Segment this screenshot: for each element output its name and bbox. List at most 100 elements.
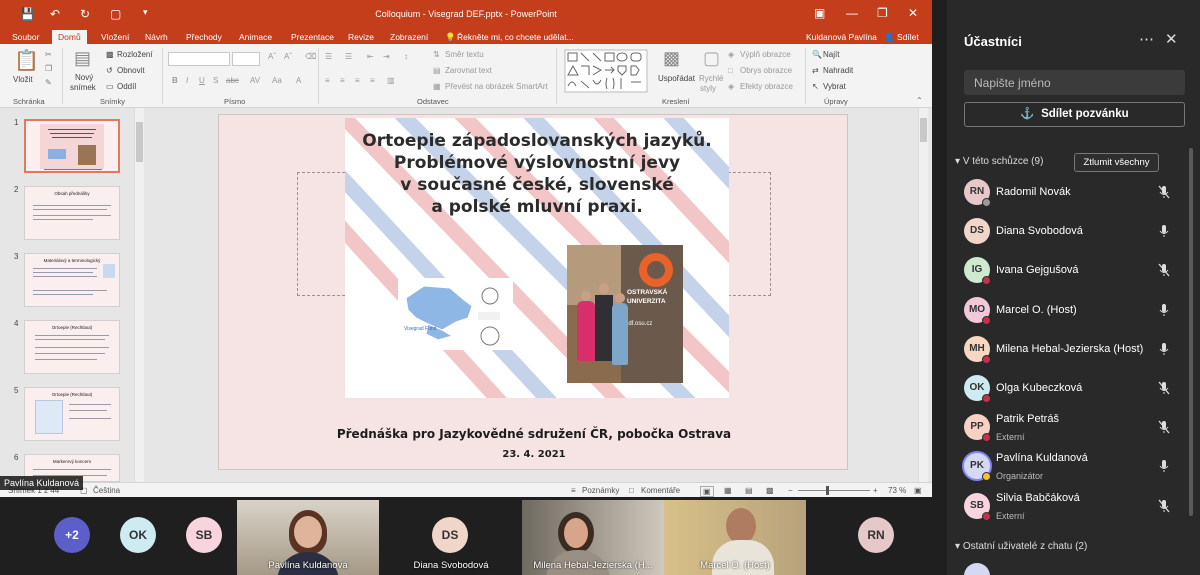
participant-row[interactable]: IG Ivana Gejgušová: [947, 252, 1187, 290]
share-invite-button[interactable]: ⚓ Sdílet pozvánku: [964, 102, 1185, 127]
align-center-icon[interactable]: ≡: [340, 76, 345, 85]
underline-icon[interactable]: U: [199, 76, 205, 85]
participant-row[interactable]: OK Olga Kubeczková: [947, 370, 1187, 408]
mic-icon[interactable]: [1158, 459, 1170, 473]
notes-button[interactable]: Poznámky: [582, 486, 619, 495]
normal-view-icon[interactable]: ▣: [700, 486, 714, 497]
comments-button[interactable]: Komentáře: [641, 486, 680, 495]
fit-to-window-icon[interactable]: ▣: [914, 486, 922, 495]
tab-design[interactable]: Návrh: [145, 32, 168, 42]
mic-muted-icon[interactable]: [1158, 381, 1170, 395]
avatar-tile[interactable]: DS: [432, 517, 468, 553]
more-options-icon[interactable]: ⋯: [1139, 30, 1154, 48]
mic-muted-icon[interactable]: [1158, 263, 1170, 277]
slide-sorter-icon[interactable]: ▦: [724, 486, 732, 495]
slide-thumbnail-1[interactable]: [24, 119, 120, 173]
restore-icon[interactable]: ❐: [877, 6, 888, 20]
bullets-icon[interactable]: ☰: [325, 52, 332, 61]
section-button[interactable]: Oddíl: [117, 82, 136, 91]
numbering-icon[interactable]: ☰: [345, 52, 352, 61]
tell-me-box[interactable]: Řekněte mi, co chcete udělat...: [457, 32, 574, 42]
quick-styles-label-2[interactable]: styly: [700, 84, 716, 93]
slide-thumbnail-4[interactable]: Ortoepie (Rechtlaut): [24, 320, 120, 374]
slideshow-view-icon[interactable]: ▩: [766, 486, 774, 495]
case-icon[interactable]: Aa: [272, 76, 282, 85]
slide-thumbnail-3[interactable]: Materiálový a terminologický: [24, 253, 120, 307]
paste-label[interactable]: Vložit: [13, 75, 33, 84]
shape-fill-button[interactable]: Výplň obrazce: [740, 50, 791, 59]
others-section[interactable]: ▾ Ostatní uživatelé z chatu (2): [955, 541, 1087, 552]
grow-font-icon[interactable]: Aˆ: [268, 52, 276, 61]
find-button[interactable]: Najít: [823, 50, 839, 59]
tab-home[interactable]: Domů: [52, 30, 87, 44]
participant-row[interactable]: DS Diana Svobodová: [947, 213, 1187, 251]
language-label[interactable]: Čeština: [93, 486, 120, 495]
indent-icon[interactable]: ⇤: [367, 52, 374, 61]
text-direction-button[interactable]: Směr textu: [445, 50, 484, 59]
avatar-tile[interactable]: RN: [858, 517, 894, 553]
tab-transitions[interactable]: Přechody: [186, 32, 222, 42]
shape-effects-button[interactable]: Efekty obrazce: [740, 82, 793, 91]
ribbon-display-icon[interactable]: ▣: [814, 6, 825, 20]
participant-row[interactable]: SB Silvia Babčáková Externí: [947, 488, 1187, 526]
tab-insert[interactable]: Vložení: [101, 32, 129, 42]
cut-icon[interactable]: ✂: [45, 50, 52, 59]
video-tile-marcel[interactable]: Marcel O. (Host): [664, 500, 806, 575]
account-name[interactable]: Kuldanová Pavlína: [806, 32, 877, 42]
in-meeting-section[interactable]: ▾ V této schůzce (9): [955, 156, 1043, 167]
zoom-out-icon[interactable]: −: [788, 486, 793, 495]
copy-icon[interactable]: ❐: [45, 64, 52, 73]
editor-scrollbar[interactable]: [918, 108, 928, 482]
select-button[interactable]: Vybrat: [823, 82, 846, 91]
line-spacing-icon[interactable]: ↕: [404, 52, 408, 61]
mic-icon[interactable]: [1158, 224, 1170, 238]
avatar-tile[interactable]: OK: [120, 517, 156, 553]
slide-thumbnail-2[interactable]: Obsah přednášky: [24, 186, 120, 240]
mic-icon[interactable]: [1158, 342, 1170, 356]
quick-styles-icon[interactable]: ▢: [703, 48, 720, 69]
mic-muted-icon[interactable]: [1158, 499, 1170, 513]
tab-review[interactable]: Revize: [348, 32, 374, 42]
video-tile-pavlina[interactable]: Pavlína Kuldanová: [237, 500, 379, 575]
close-panel-icon[interactable]: ✕: [1165, 30, 1178, 48]
zoom-level[interactable]: 73 %: [888, 486, 906, 495]
tab-file[interactable]: Soubor: [12, 32, 39, 42]
video-tile-milena[interactable]: Milena Hebal-Jezierska (H...: [522, 500, 664, 575]
participant-row[interactable]: RN Radomil Novák: [947, 174, 1187, 212]
arrange-icon[interactable]: ▩: [663, 48, 680, 69]
font-color-icon[interactable]: A: [296, 76, 301, 85]
format-painter-icon[interactable]: ✎: [45, 78, 52, 87]
slide-thumbnail-5[interactable]: Ortoepie (Rechtlaut): [24, 387, 120, 441]
avatar-tile[interactable]: SB: [186, 517, 222, 553]
participant-row[interactable]: MO Marcel O. (Host): [947, 292, 1187, 330]
mic-muted-icon[interactable]: [1158, 185, 1170, 199]
zoom-slider-thumb[interactable]: [826, 486, 829, 495]
italic-icon[interactable]: I: [186, 76, 188, 85]
clear-format-icon[interactable]: ⌫: [305, 52, 316, 61]
search-participants-input[interactable]: Napište jméno: [964, 70, 1185, 95]
spacing-icon[interactable]: AV: [250, 76, 260, 85]
reading-view-icon[interactable]: ▤: [745, 486, 753, 495]
arrange-button[interactable]: Uspořádat: [658, 74, 695, 83]
close-window-icon[interactable]: ✕: [908, 6, 918, 20]
paste-icon[interactable]: 📋: [14, 48, 39, 73]
align-right-icon[interactable]: ≡: [355, 76, 360, 85]
tab-animations[interactable]: Animace: [239, 32, 272, 42]
mic-icon[interactable]: [1158, 303, 1170, 317]
replace-button[interactable]: Nahradit: [823, 66, 853, 75]
minimize-icon[interactable]: —: [846, 6, 858, 20]
reset-button[interactable]: Obnovit: [117, 66, 145, 75]
collapse-ribbon-icon[interactable]: ⌃: [916, 96, 923, 105]
participants-scrollbar[interactable]: [1189, 148, 1193, 516]
tab-view[interactable]: Zobrazení: [390, 32, 428, 42]
align-text-button[interactable]: Zarovnat text: [445, 66, 492, 75]
mic-muted-icon[interactable]: [1158, 420, 1170, 434]
zoom-slider[interactable]: [798, 490, 870, 491]
current-slide[interactable]: Ortoepie západoslovanských jazyků. Probl…: [218, 114, 848, 470]
columns-icon[interactable]: ▥: [387, 76, 395, 85]
smartart-button[interactable]: Převést na obrázek SmartArt: [445, 82, 548, 91]
zoom-in-icon[interactable]: +: [873, 486, 878, 495]
align-left-icon[interactable]: ≡: [325, 76, 330, 85]
new-slide-label-1[interactable]: Nový: [75, 73, 93, 82]
tab-slideshow[interactable]: Prezentace: [291, 32, 334, 42]
